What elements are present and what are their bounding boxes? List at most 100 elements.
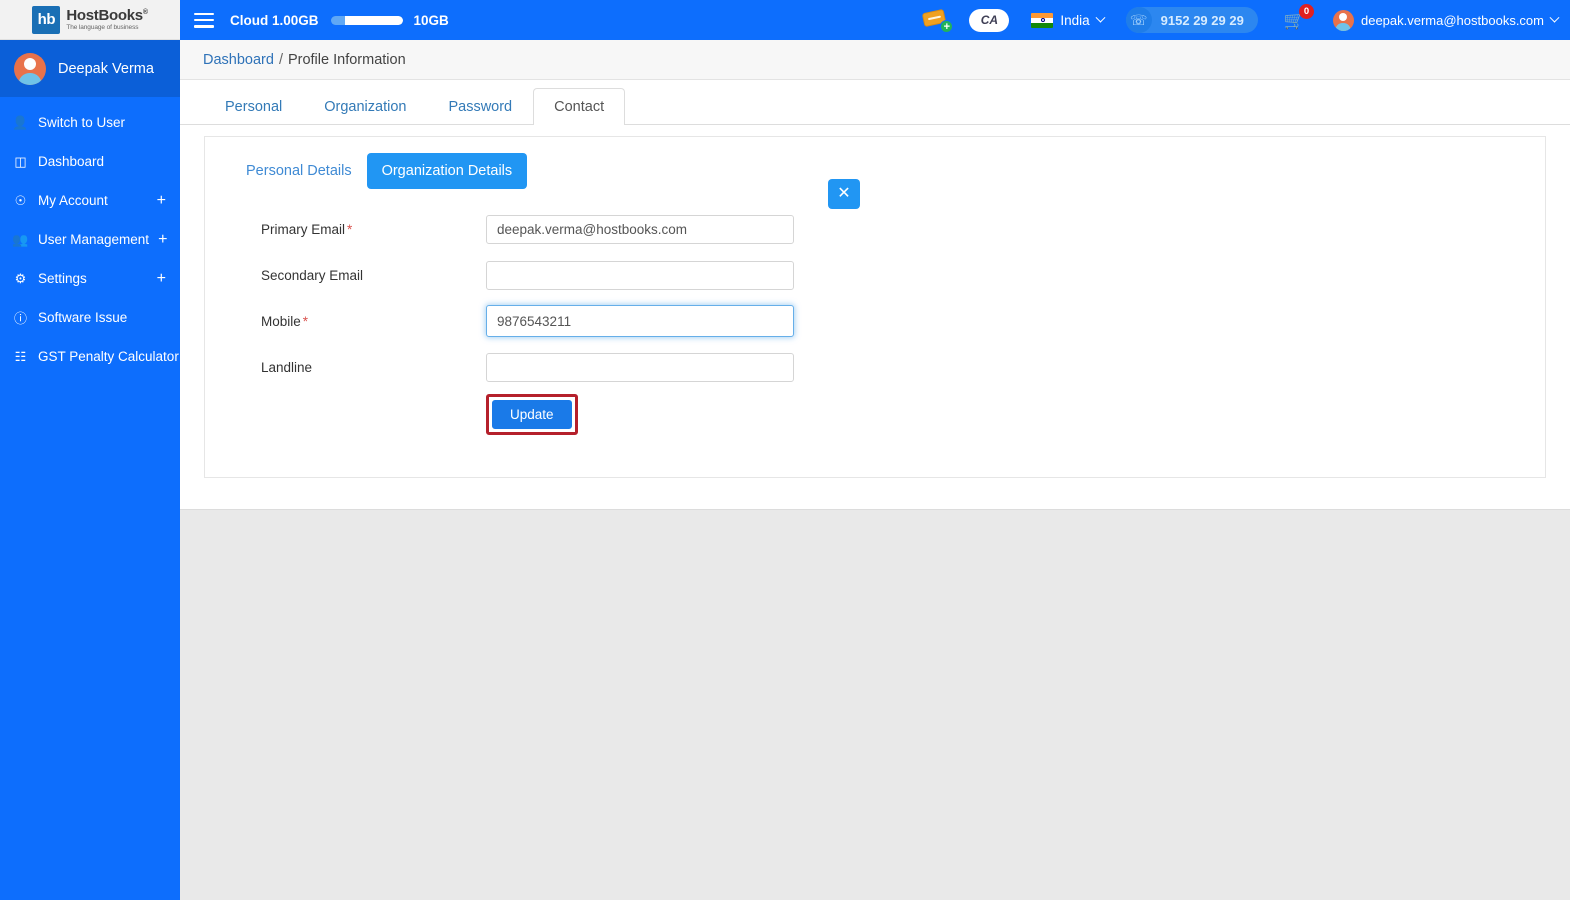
top-bar: hb HostBooks® The language of business C… bbox=[0, 0, 1570, 40]
hamburger-icon[interactable] bbox=[194, 12, 214, 28]
sidebar-menu: 👤 Switch to User ◫ Dashboard ☉ My Accoun… bbox=[0, 97, 180, 376]
tab-contact[interactable]: Contact bbox=[533, 88, 626, 125]
app-root: hb HostBooks® The language of business C… bbox=[0, 0, 1570, 900]
update-button-highlight: Update bbox=[486, 394, 578, 435]
users-group-icon: 👥 bbox=[12, 231, 29, 247]
expand-icon[interactable]: + bbox=[157, 192, 166, 209]
top-bar-content: Cloud 1.00GB 10GB + CA India ☏ 9152 29 2… bbox=[180, 0, 1570, 40]
breadcrumb-root-link[interactable]: Dashboard bbox=[203, 52, 274, 68]
country-label: India bbox=[1060, 12, 1090, 28]
sidebar-item-settings[interactable]: ⚙ Settings + bbox=[0, 259, 180, 298]
india-flag-icon bbox=[1031, 12, 1054, 28]
avatar bbox=[14, 52, 46, 85]
hamburger-bar bbox=[194, 25, 214, 28]
landline-label: Landline bbox=[261, 359, 313, 375]
support-phone[interactable]: ☏ 9152 29 29 29 bbox=[1125, 7, 1258, 33]
calculator-icon: ☷ bbox=[14, 348, 27, 364]
account-circle-icon: ☉ bbox=[14, 192, 27, 208]
avatar bbox=[1332, 9, 1354, 31]
field-row-mobile: Mobile * bbox=[205, 298, 1545, 344]
sidebar: Deepak Verma 👤 Switch to User ◫ Dashboar… bbox=[0, 40, 180, 900]
support-phone-number: 9152 29 29 29 bbox=[1160, 12, 1244, 28]
contact-form: Primary Email* Secondary Email Mobile* L… bbox=[205, 206, 1545, 440]
dashboard-icon: ◫ bbox=[14, 153, 27, 169]
logo-text: HostBooks® The language of business bbox=[66, 6, 148, 32]
ticket-plus-badge: + bbox=[940, 20, 954, 33]
sidebar-profile-name: Deepak Verma bbox=[58, 60, 154, 77]
field-label-text: Primary Email bbox=[261, 221, 346, 237]
main-content: Dashboard / Profile Information Personal… bbox=[180, 40, 1570, 900]
expand-icon[interactable]: + bbox=[157, 270, 166, 287]
tab-password[interactable]: Password bbox=[427, 88, 533, 125]
primary-email-input[interactable] bbox=[486, 214, 794, 244]
tab-personal[interactable]: Personal bbox=[204, 88, 303, 125]
primary-email-label: Primary Email * bbox=[261, 222, 486, 237]
breadcrumb-current: Profile Information bbox=[287, 51, 406, 68]
expand-icon[interactable]: + bbox=[158, 231, 167, 248]
logo-tagline: The language of business bbox=[66, 23, 139, 31]
hamburger-bar bbox=[194, 12, 214, 15]
headset-icon: ☏ bbox=[1125, 7, 1152, 33]
brand-logo[interactable]: hb HostBooks® The language of business bbox=[0, 0, 180, 40]
cloud-storage-progress-fill bbox=[344, 15, 403, 25]
cloud-storage-max: 10GB bbox=[413, 12, 449, 28]
breadcrumb: Dashboard / Profile Information bbox=[180, 40, 1570, 80]
subtab-personal-details[interactable]: Personal Details bbox=[231, 153, 367, 189]
close-icon[interactable]: ✕ bbox=[828, 179, 860, 209]
cart-button[interactable]: 🛒 0 bbox=[1284, 3, 1314, 29]
landline-input[interactable] bbox=[486, 352, 794, 382]
sidebar-item-gst-penalty-calculator[interactable]: ☷ GST Penalty Calculator bbox=[0, 337, 180, 376]
profile-card: Personal Organization Password Contact P… bbox=[180, 80, 1570, 510]
field-label-text: Mobile bbox=[261, 313, 301, 329]
contact-panel: Personal Details Organization Details ✕ … bbox=[204, 136, 1546, 478]
required-marker: * bbox=[302, 313, 309, 329]
gear-icon: ⚙ bbox=[14, 270, 27, 286]
secondary-email-label: Secondary Email bbox=[261, 267, 364, 283]
sidebar-item-label: Software Issue bbox=[38, 310, 128, 325]
sidebar-profile[interactable]: Deepak Verma bbox=[0, 40, 180, 97]
field-row-primary-email: Primary Email * bbox=[205, 206, 1545, 252]
cloud-storage-label: Cloud 1.00GB bbox=[230, 12, 319, 28]
sidebar-item-label: Switch to User bbox=[38, 115, 126, 130]
cloud-storage-progress bbox=[330, 15, 403, 25]
breadcrumb-separator: / bbox=[278, 51, 283, 68]
field-row-submit: Update bbox=[205, 390, 1545, 440]
sidebar-item-label: Settings bbox=[38, 271, 87, 286]
mobile-input[interactable] bbox=[486, 305, 794, 337]
logo-title-text: HostBooks bbox=[66, 6, 143, 24]
country-selector[interactable]: India bbox=[1031, 12, 1106, 28]
sidebar-item-label: User Management bbox=[38, 232, 150, 247]
update-button[interactable]: Update bbox=[492, 400, 572, 429]
sidebar-item-software-issue[interactable]: ⓘ Software Issue bbox=[0, 298, 180, 337]
info-icon: ⓘ bbox=[13, 311, 27, 326]
field-row-landline: Landline bbox=[205, 344, 1545, 390]
user-menu[interactable]: deepak.verma@hostbooks.com bbox=[1332, 9, 1560, 31]
ca-badge-icon[interactable]: CA bbox=[969, 8, 1010, 32]
sub-tab-bar: Personal Details Organization Details bbox=[205, 137, 1545, 189]
sidebar-item-label: Dashboard bbox=[38, 154, 105, 169]
field-row-secondary-email: Secondary Email bbox=[205, 252, 1545, 298]
sidebar-item-label: GST Penalty Calculator bbox=[38, 349, 179, 364]
sidebar-item-switch-to-user[interactable]: 👤 Switch to User bbox=[0, 103, 180, 142]
cart-count-badge: 0 bbox=[1298, 3, 1314, 19]
tab-organization[interactable]: Organization bbox=[303, 88, 427, 125]
logo-mark-icon: hb bbox=[32, 5, 61, 34]
sidebar-item-user-management[interactable]: 👥 User Management + bbox=[0, 220, 180, 259]
secondary-email-input[interactable] bbox=[486, 260, 794, 290]
user-icon: 👤 bbox=[12, 114, 29, 130]
required-marker: * bbox=[347, 221, 353, 237]
logo-registered-mark: ® bbox=[142, 8, 148, 16]
logo-title: HostBooks® bbox=[66, 6, 148, 24]
subtab-organization-details[interactable]: Organization Details bbox=[366, 153, 528, 189]
tab-bar: Personal Organization Password Contact bbox=[180, 80, 1570, 125]
sidebar-item-label: My Account bbox=[38, 193, 108, 208]
chevron-down-icon bbox=[1095, 12, 1106, 23]
user-email-label: deepak.verma@hostbooks.com bbox=[1360, 12, 1544, 28]
mobile-label: Mobile * bbox=[261, 314, 486, 329]
chevron-down-icon bbox=[1549, 12, 1560, 23]
ticket-add-icon[interactable]: + bbox=[921, 7, 954, 33]
top-bar-actions: + CA India ☏ 9152 29 29 29 🛒 0 deepak.ve… bbox=[921, 3, 1560, 33]
sidebar-item-my-account[interactable]: ☉ My Account + bbox=[0, 181, 180, 220]
sidebar-item-dashboard[interactable]: ◫ Dashboard bbox=[0, 142, 180, 181]
hamburger-bar bbox=[194, 18, 214, 22]
